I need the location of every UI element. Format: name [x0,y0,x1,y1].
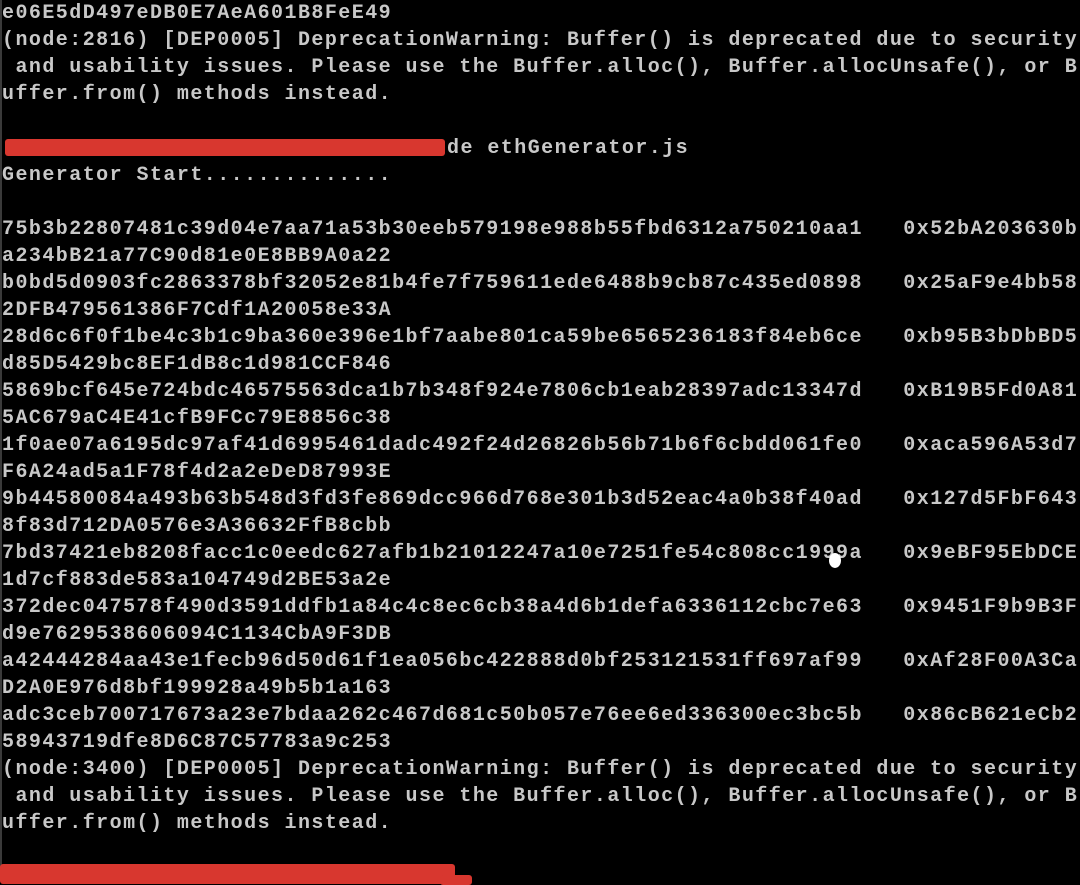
private-key: b0bd5d0903fc2863378bf32052e81b4fe7f75961… [2,272,863,295]
address-head: 0x9eBF95EbDCE [903,542,1079,565]
private-key-line: adc3ceb700717673a23e7bdaa262c467d681c50b… [2,702,1078,729]
deprecation-warning-line: (node:2816) [DEP0005] DeprecationWarning… [2,29,1079,52]
address-tail: 2DFB479561386F7Cdf1A20058e33A [2,299,393,322]
private-key: adc3ceb700717673a23e7bdaa262c467d681c50b… [2,704,863,727]
address-tail: 5AC679aC4E41cfB9FCc79E8856c38 [2,407,393,430]
private-key: 28d6c6f0f1be4c3b1c9ba360e396e1bf7aabe801… [2,326,863,349]
private-key: 9b44580084a493b63b548d3fd3fe869dcc966d76… [2,488,863,511]
address-tail: D2A0E976d8bf199928a49b5b1a163 [2,677,393,700]
address-head: 0x86cB621eCb2 [903,704,1079,727]
address-head: 0xb95B3bDbBD5 [903,326,1079,349]
private-key-line: 75b3b22807481c39d04e7aa71a53b30eeb579198… [2,216,1078,243]
private-key: 7bd37421eb8208facc1c0eedc627afb1b2101224… [2,542,863,565]
address-tail: a234bB21a77C90d81e0E8BB9A0a22 [2,245,393,268]
address-head: 0x52bA203630b [903,218,1079,241]
command-line: de ethGenerator.js [447,137,690,160]
address-head: 0xB19B5Fd0A81 [903,380,1079,403]
address-tail: d85D5429bc8EF1dB8c1d981CCF846 [2,353,393,376]
deprecation-warning-line: (node:3400) [DEP0005] DeprecationWarning… [2,758,1079,781]
address-head: 0xaca596A53d7 [903,434,1079,457]
generator-start-line: Generator Start.............. [2,164,393,187]
address-head: 0x127d5FbF643 [903,488,1079,511]
private-key-line: 28d6c6f0f1be4c3b1c9ba360e396e1bf7aabe801… [2,324,1078,351]
terminal-window[interactable]: e06E5dD497eDB0E7AeA601B8FeE49 (node:2816… [0,0,1080,885]
address-tail: 58943719dfe8D6C87C57783a9c253 [2,731,393,754]
address-head: 0xAf28F00A3Ca [903,650,1079,673]
private-key: 75b3b22807481c39d04e7aa71a53b30eeb579198… [2,218,863,241]
private-key-line: 7bd37421eb8208facc1c0eedc627afb1b2101224… [2,540,1078,567]
redacted-prompt-bar-tail [440,875,472,885]
private-key: 1f0ae07a6195dc97af41d6995461dadc492f24d2… [2,434,863,457]
private-key: 5869bcf645e724bdc46575563dca1b7b348f924e… [2,380,863,403]
redacted-prompt-bar [5,139,445,156]
private-key-line: 5869bcf645e724bdc46575563dca1b7b348f924e… [2,378,1078,405]
address-tail: 8f83d712DA0576e3A36632FfB8cbb [2,515,393,538]
deprecation-warning-line: and usability issues. Please use the Buf… [2,56,1079,79]
private-key-line: b0bd5d0903fc2863378bf32052e81b4fe7f75961… [2,270,1078,297]
private-key-line: 1f0ae07a6195dc97af41d6995461dadc492f24d2… [2,432,1078,459]
private-key-line: 372dec047578f490d3591ddfb1a84c4c8ec6cb38… [2,594,1078,621]
address-head: 0x25aF9e4bb58 [903,272,1079,295]
mouse-cursor-icon [829,553,841,568]
deprecation-warning-line: uffer.from() methods instead. [2,83,393,106]
output-line: e06E5dD497eDB0E7AeA601B8FeE49 [2,2,393,25]
deprecation-warning-line: and usability issues. Please use the Buf… [2,785,1079,808]
address-tail: F6A24ad5a1F78f4d2a2eDeD87993E [2,461,393,484]
redacted-prompt-bar [0,864,455,884]
deprecation-warning-line: uffer.from() methods instead. [2,812,393,835]
private-key-line: 9b44580084a493b63b548d3fd3fe869dcc966d76… [2,486,1078,513]
address-tail: d9e7629538606094C1134CbA9F3DB [2,623,393,646]
address-head: 0x9451F9b9B3F [903,596,1079,619]
private-key: a42444284aa43e1fecb96d50d61f1ea056bc4228… [2,650,863,673]
address-tail: 1d7cf883de583a104749d2BE53a2e [2,569,393,592]
private-key: 372dec047578f490d3591ddfb1a84c4c8ec6cb38… [2,596,863,619]
private-key-line: a42444284aa43e1fecb96d50d61f1ea056bc4228… [2,648,1078,675]
